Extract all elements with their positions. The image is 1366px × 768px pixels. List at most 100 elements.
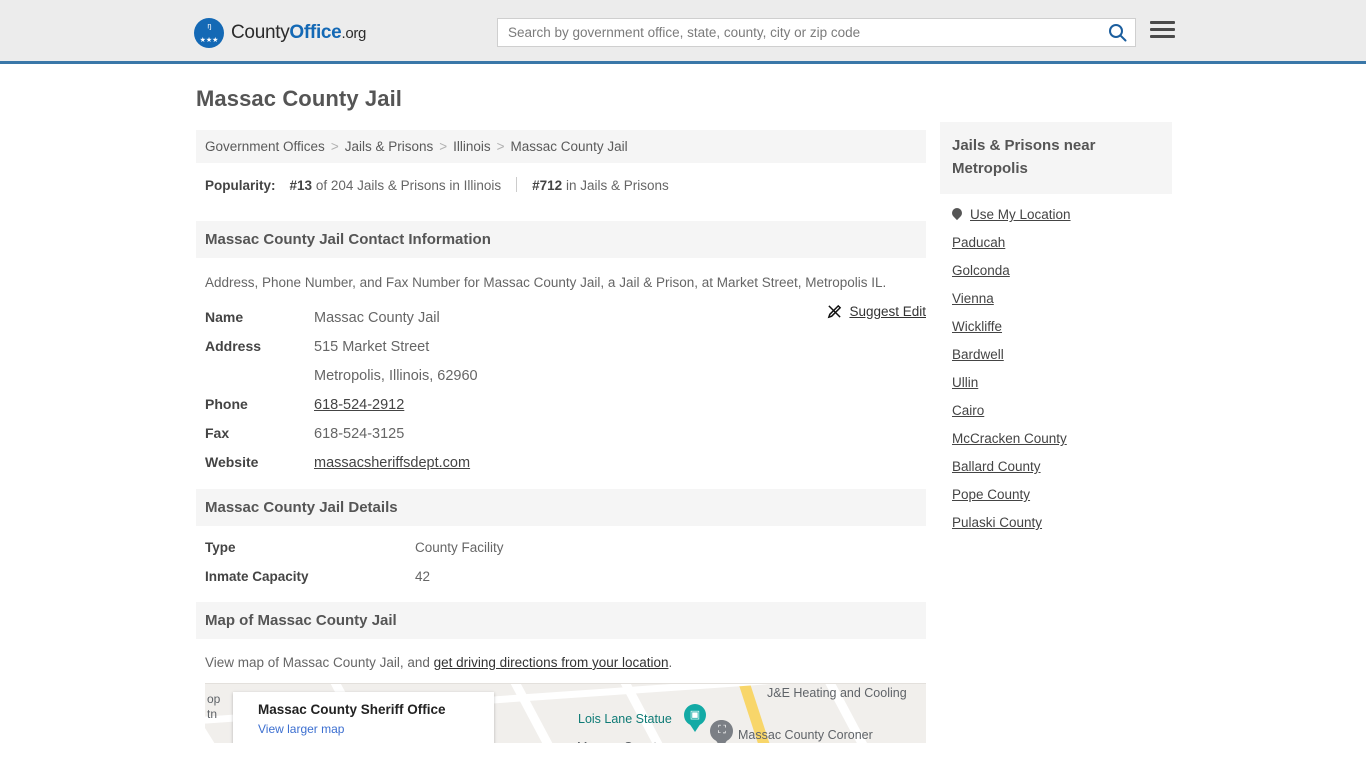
sidebar-item-golconda[interactable]: Golconda (952, 250, 1160, 278)
sidebar-item-ullin[interactable]: Ullin (952, 362, 1160, 390)
hamburger-bar-2 (1150, 28, 1175, 31)
breadcrumb-item-jails-prisons[interactable]: Jails & Prisons (345, 139, 434, 154)
sidebar-item-cairo[interactable]: Cairo (952, 390, 1160, 418)
sidebar-link-ullin[interactable]: Ullin (952, 375, 978, 390)
contact-value-fax: 618-524-3125 (314, 425, 405, 442)
sidebar-link-mccracken-county[interactable]: McCracken County (952, 431, 1067, 446)
eagle-icon: ᵑ (207, 22, 211, 34)
view-larger-map-link[interactable]: View larger map (258, 722, 344, 736)
map-label-heating-cooling: J&E Heating and Cooling (767, 685, 907, 700)
map-card-title: Massac County Sheriff Office (258, 701, 446, 717)
sidebar-link-paducah[interactable]: Paducah (952, 235, 1005, 250)
page-title: Massac County Jail (196, 86, 402, 111)
details-key-type: Type (205, 539, 236, 555)
sidebar-link-cairo[interactable]: Cairo (952, 403, 984, 418)
map-pin-lois-lane-statue[interactable]: ▣ (684, 703, 706, 732)
sidebar-title: Jails & Prisons near Metropolis (940, 122, 1172, 194)
map-label-massac-county: Massac County (577, 740, 663, 743)
breadcrumb-item-government-offices[interactable]: Government Offices (205, 139, 325, 154)
contact-value-name: Massac County Jail (314, 309, 440, 326)
use-my-location-link[interactable]: Use My Location (970, 207, 1071, 222)
contact-value-address-line1: 515 Market Street (314, 338, 430, 355)
popularity-row: Popularity: #13 of 204 Jails & Prisons i… (196, 163, 926, 203)
map-embed[interactable]: op tn J&E Heating and Cooling Lois Lane … (205, 682, 926, 743)
sidebar-item-vienna[interactable]: Vienna (952, 278, 1160, 306)
sidebar-item-pope-county[interactable]: Pope County (952, 474, 1160, 502)
breadcrumb-separator: > (496, 139, 505, 154)
contact-row-address-city: Metropolis, Illinois, 62960 (205, 367, 917, 384)
contact-key-website: Website (205, 453, 259, 470)
map-edge-label-1: op (207, 691, 221, 706)
map-description-prefix: View map of Massac County Jail, and (205, 654, 434, 670)
sidebar-item-pulaski-county[interactable]: Pulaski County (952, 502, 1160, 530)
breadcrumb: Government Offices > Jails & Prisons > I… (196, 130, 926, 163)
logo-text-county: County (231, 22, 290, 43)
sidebar-list: Use My Location Paducah Golconda Vienna … (940, 194, 1172, 530)
edit-pencil-icon (828, 304, 842, 319)
search-bar[interactable] (497, 18, 1136, 47)
sidebar-link-pulaski-county[interactable]: Pulaski County (952, 515, 1042, 530)
popularity-state-text: of 204 Jails & Prisons in Illinois (315, 178, 502, 193)
map-label-lois-lane-statue: Lois Lane Statue (578, 711, 672, 726)
contact-key-fax: Fax (205, 424, 230, 441)
logo-wordmark: CountyOffice.org (231, 22, 366, 44)
contact-row-fax: Fax 618-524-3125 (205, 425, 917, 442)
details-row-inmate-capacity: Inmate Capacity 42 (205, 569, 917, 584)
details-section-header: Massac County Jail Details (196, 488, 926, 526)
suggest-edit-link[interactable]: Suggest Edit (849, 304, 926, 319)
main-content: Massac County Jail Government Offices > … (196, 86, 926, 743)
contact-phone-link[interactable]: 618-524-2912 (314, 397, 404, 413)
map-info-card[interactable]: Massac County Sheriff Office View larger… (233, 691, 494, 743)
contact-website-link[interactable]: massacsheriffsdept.com (314, 455, 470, 471)
map-section-description: View map of Massac County Jail, and get … (196, 639, 926, 670)
contact-section-description: Address, Phone Number, and Fax Number fo… (205, 275, 887, 290)
driving-directions-link[interactable]: get driving directions from your locatio… (434, 655, 669, 670)
details-value-inmate-capacity: 42 (415, 568, 431, 584)
location-pin-icon (952, 208, 962, 222)
details-table: Type County Facility Inmate Capacity 42 (196, 526, 926, 584)
sidebar-link-ballard-county[interactable]: Ballard County (952, 459, 1041, 474)
popularity-national-text: in Jails & Prisons (565, 178, 669, 193)
site-logo[interactable]: ᵑ ★★★ CountyOffice.org (194, 18, 366, 48)
details-row-type: Type County Facility (205, 540, 917, 555)
contact-info-table: Suggest Edit Name Massac County Jail Add… (196, 299, 926, 471)
contact-key-phone: Phone (205, 395, 248, 412)
hamburger-bar-1 (1150, 21, 1175, 24)
search-icon (1108, 24, 1126, 42)
breadcrumb-item-current: Massac County Jail (510, 139, 628, 154)
sidebar-item-paducah[interactable]: Paducah (952, 222, 1160, 250)
popularity-divider (516, 177, 518, 192)
map-pin-coroner[interactable]: ⛶ (711, 719, 733, 743)
map-description-suffix: . (668, 654, 673, 670)
sidebar: Jails & Prisons near Metropolis Use My L… (940, 122, 1172, 530)
logo-text-office: Office (289, 22, 342, 43)
sidebar-item-use-my-location[interactable]: Use My Location (952, 194, 1160, 222)
contact-value-website-wrap: massacsheriffsdept.com (314, 455, 470, 471)
contact-key-name: Name (205, 308, 244, 325)
map-pin-tail (689, 722, 701, 732)
county-office-emblem-icon: ᵑ ★★★ (194, 18, 224, 48)
contact-row-name: Name Massac County Jail (205, 309, 917, 326)
breadcrumb-separator: > (439, 139, 448, 154)
search-button[interactable] (1099, 19, 1135, 46)
contact-row-website: Website massacsheriffsdept.com (205, 454, 917, 471)
sidebar-link-wickliffe[interactable]: Wickliffe (952, 319, 1002, 334)
contact-value-address-line2: Metropolis, Illinois, 62960 (314, 367, 478, 384)
hamburger-menu-button[interactable] (1150, 21, 1175, 38)
site-header: ᵑ ★★★ CountyOffice.org (0, 0, 1366, 64)
sidebar-item-ballard-county[interactable]: Ballard County (952, 446, 1160, 474)
sidebar-item-bardwell[interactable]: Bardwell (952, 334, 1160, 362)
contact-key-address: Address (205, 337, 262, 354)
sidebar-link-bardwell[interactable]: Bardwell (952, 347, 1004, 362)
breadcrumb-separator: > (330, 139, 339, 154)
sidebar-link-golconda[interactable]: Golconda (952, 263, 1010, 278)
search-input[interactable] (498, 19, 1099, 46)
contact-row-phone: Phone 618-524-2912 (205, 396, 917, 413)
sidebar-link-vienna[interactable]: Vienna (952, 291, 994, 306)
sidebar-link-pope-county[interactable]: Pope County (952, 487, 1030, 502)
breadcrumb-item-illinois[interactable]: Illinois (453, 139, 491, 154)
popularity-state-rank: #13 (289, 178, 313, 193)
sidebar-item-mccracken-county[interactable]: McCracken County (952, 418, 1160, 446)
sidebar-item-wickliffe[interactable]: Wickliffe (952, 306, 1160, 334)
suggest-edit-button[interactable]: Suggest Edit (827, 304, 926, 319)
